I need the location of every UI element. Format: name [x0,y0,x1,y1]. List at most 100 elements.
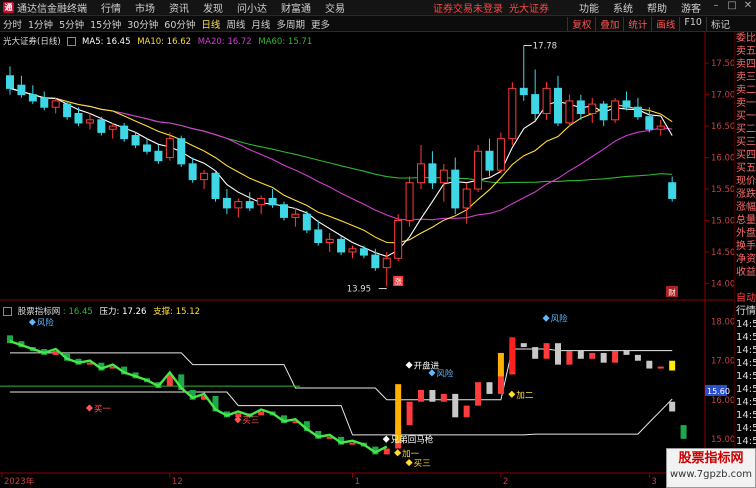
indicator-name: 股票指标网 [17,307,61,317]
candle-body [337,238,346,253]
period-tab[interactable]: 30分钟 [124,17,161,31]
candle-body [394,219,403,259]
period-tab[interactable]: 1分钟 [25,17,56,31]
surge-bar [497,352,504,377]
top-menu-item[interactable]: 系统 [606,0,640,15]
chart-background [0,32,734,487]
candle-body [565,100,574,124]
side-panel-item: 收益 [736,267,756,278]
candle-body [531,94,540,115]
side-panel-item: 14:50 [736,436,756,447]
price-tag-label: 15.60 [707,387,730,396]
rise-marker-text: 涨 [394,276,402,286]
signal-label: 买三 [242,416,259,426]
indicator-bar [440,393,447,402]
top-menu-item[interactable]: 帮助 [640,0,674,15]
candle-body [40,97,49,108]
close-icon[interactable]: ✕ [740,0,756,15]
candle-body [74,113,83,124]
period-tab[interactable]: 月线 [248,17,273,31]
indicator-value: : 16.45 [62,307,93,317]
candle-body [120,125,129,140]
period-tab[interactable]: 15分钟 [87,17,124,31]
candle-body [234,201,243,209]
nav-item[interactable]: 问小达 [230,0,274,15]
indicator-bar [258,411,265,416]
nav-item[interactable]: 交易 [318,0,352,15]
support-label: 支撑: 15.12 [153,307,201,317]
indicator-bar [634,354,641,361]
tool-button[interactable]: 叠加 [595,16,623,31]
ma5-label: MA5: 16.45 [82,37,131,47]
period-tab[interactable]: 日线 [198,17,223,31]
app-title: 通达信金融终端 [17,4,87,15]
candle-body [154,150,163,162]
login-warning-link[interactable]: 证券交易未登录 [430,0,506,15]
candle-body [554,87,562,124]
candle-body [28,94,37,102]
nav-item[interactable]: 行情 [94,0,128,15]
period-tab[interactable]: 60分钟 [161,17,198,31]
indicator-bar [589,352,596,359]
maximize-icon[interactable]: □ [724,0,740,15]
candle-body [417,163,425,184]
candle-body [382,257,391,269]
period-tab[interactable]: 周线 [223,17,248,31]
minimize-icon[interactable]: – [708,0,724,15]
candle-body [177,138,186,165]
signal-label: 风险 [436,368,454,379]
period-tab[interactable]: 更多 [308,17,333,31]
side-panel-item: 现价 [736,176,756,187]
y-tick-label: 17.50 [711,59,734,69]
sub-legend: 股票指标网 : 16.45 压力: 17.26 支撑: 15.12 [3,305,204,317]
indicator-bar [543,343,550,359]
nav-item[interactable]: 发现 [196,0,230,15]
nav-item[interactable]: 市场 [128,0,162,15]
period-toolbar: 分时 1分钟 5分钟 15分钟 30分钟 60分钟 日线 周线 月线 多周期 更多 复权 叠加 统计 画线… [0,16,756,32]
tool-button[interactable]: 标记 [705,16,734,31]
candle-body [291,213,300,218]
candle-body [576,100,585,115]
side-panel-item: 卖三 [736,72,756,83]
indicator-bar [532,347,539,359]
candle-body [508,87,517,140]
indicator-settings-icon[interactable] [3,307,12,316]
indicator-bar [520,343,527,348]
period-tab[interactable]: 5分钟 [56,17,87,31]
candle-body [439,169,448,184]
quote-side-panel: 委比 卖五 卖四 卖三 卖二 卖一 买一 买二 买三 买四 买五 现价 涨跌 涨幅 总量 外盘 换手 净资 收益 自… [734,32,756,487]
top-menu-item[interactable]: 功能 [572,0,606,15]
x-tick-label: 3 [651,477,656,487]
side-panel-item: 卖二 [736,85,756,96]
indicator-bar [600,352,607,363]
candle-body [280,204,288,218]
period-tab[interactable]: 多周期 [273,17,308,31]
period-tab[interactable]: 分时 [0,17,25,31]
watermark-title: 股票指标网 [678,451,744,466]
tool-button[interactable]: 复权 [567,16,595,31]
side-panel-item: 14:50 [736,384,756,395]
candle-body [143,144,151,152]
tool-button[interactable]: 画线 [651,16,679,31]
kline-chart[interactable]: 17.50 17.00 16.50 16.00 15.50 15.00 14.50 14.00… [0,32,734,487]
broker-link[interactable]: 光大证券 [506,0,552,15]
side-panel-item: 14:50 [736,358,756,369]
tool-button[interactable]: F10 [679,16,706,31]
guest-label[interactable]: 游客 [674,0,708,15]
nav-item[interactable]: 财富通 [274,0,318,15]
candle-body [348,248,357,253]
high-price-label: 17.78 [533,42,557,52]
candle-body [211,172,220,199]
x-tick-label: 1 [355,477,360,487]
app-logo-icon: 通 [3,2,14,13]
nav-item[interactable]: 资讯 [162,0,196,15]
surge-bar [680,425,687,439]
stock-name: 光大证券(日线) [3,37,61,47]
candle-body [314,229,323,244]
sub-y-tick-label: 15.00 [711,435,734,445]
indicator-bar [577,350,584,359]
settings-icon[interactable] [67,37,77,46]
tool-button[interactable]: 统计 [623,16,651,31]
candle-body [51,100,60,108]
signal-label: 加二 [516,390,534,401]
